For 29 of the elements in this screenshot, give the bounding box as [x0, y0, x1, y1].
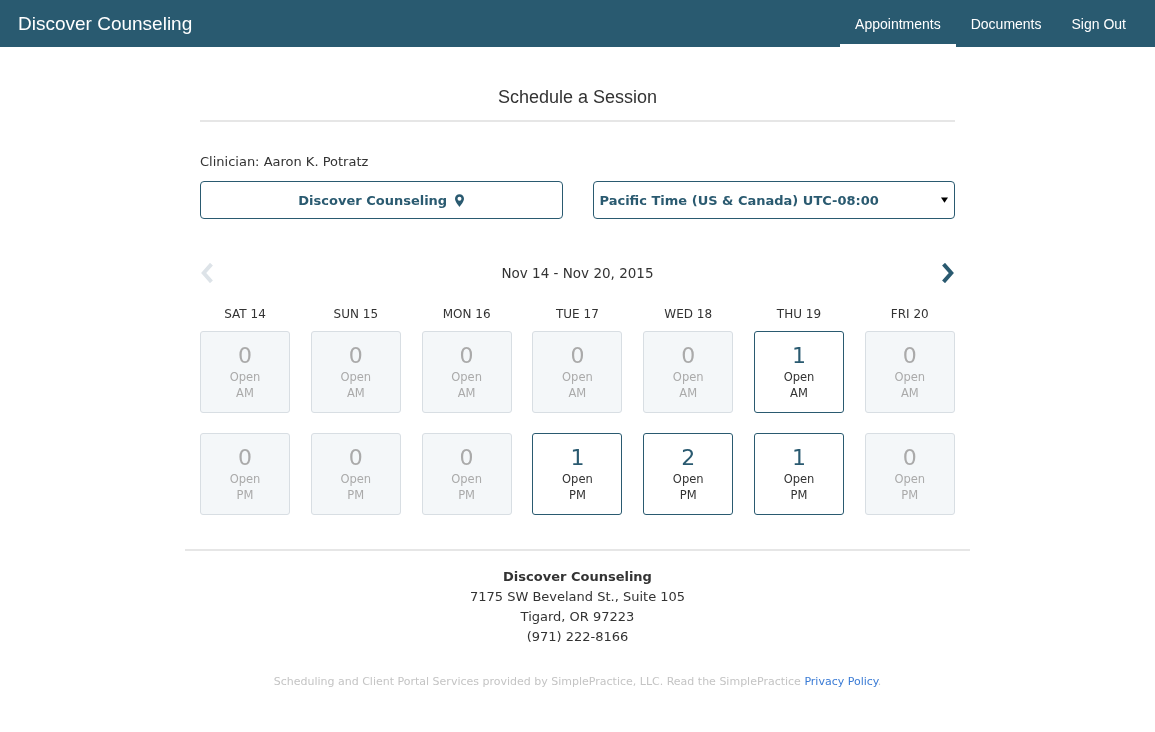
map-pin-icon	[455, 193, 465, 207]
location-button[interactable]: Discover Counseling	[200, 181, 563, 219]
week-range: Nov 14 - Nov 20, 2015	[501, 265, 654, 281]
nav-link[interactable]: Documents	[955, 0, 1057, 47]
next-week-icon[interactable]	[941, 263, 955, 283]
time-slot[interactable]: 1 Open PM	[754, 433, 844, 515]
caret-icon	[941, 197, 948, 203]
practice-address-line: Tigard, OR 97223	[519, 608, 636, 626]
practice-address-line: 7175 SW Beveland St., Suite 105	[468, 588, 687, 606]
practice-address-line: (971) 222-8166	[525, 628, 630, 646]
clinician-label: Clinician: Aaron K. Potratz	[200, 154, 370, 169]
day-header: SUN 15	[332, 307, 380, 321]
day-header: WED 18	[663, 307, 714, 321]
day-header: TUE 17	[555, 307, 600, 321]
day-header: MON 16	[441, 307, 492, 321]
day-header: SAT 14	[223, 307, 267, 321]
disclaimer-text: Scheduling and Client Portal Services provided by SimplePractice, LLC. Read the SimplePractice Privacy Policy.	[272, 675, 883, 688]
time-slot[interactable]: 1 Open PM	[532, 433, 623, 515]
brand-title[interactable]: Discover Counseling	[18, 12, 193, 35]
time-slot[interactable]: 2 Open PM	[643, 433, 734, 515]
day-header: THU 19	[775, 307, 823, 321]
page-heading: Schedule a Session	[496, 86, 659, 108]
nav-link[interactable]: Sign Out	[1056, 0, 1141, 47]
privacy-policy-link[interactable]: Privacy Policy	[804, 675, 878, 688]
practice-name: Discover Counseling	[502, 568, 653, 586]
time-slot[interactable]: 1 Open AM	[754, 331, 844, 413]
nav-link[interactable]: Appointments	[840, 0, 956, 47]
day-header: FRI 20	[889, 307, 930, 321]
timezone-select[interactable]: Pacific Time (US & Canada) UTC-08:00	[592, 181, 955, 219]
